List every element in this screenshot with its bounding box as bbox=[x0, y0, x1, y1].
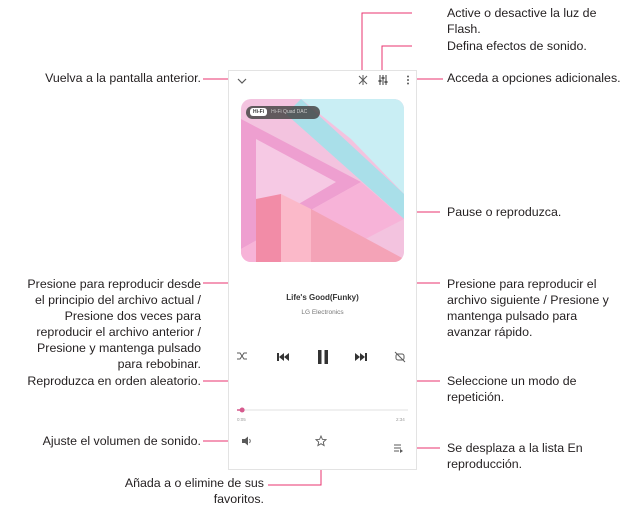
pause-icon[interactable] bbox=[316, 349, 330, 365]
annotation-flash: Active o desactive la luz de Flash. bbox=[447, 6, 597, 36]
song-title: Life's Good(Funky) bbox=[286, 293, 359, 302]
song-artist: LG Electronics bbox=[301, 309, 344, 316]
annotation-pause-play: Pause o reproduzca. bbox=[447, 205, 562, 219]
shuffle-icon[interactable] bbox=[236, 351, 248, 361]
annotation-previous: Presione para reproducir desde el princi… bbox=[27, 277, 201, 371]
previous-icon[interactable] bbox=[276, 352, 290, 362]
more-options-icon[interactable] bbox=[405, 74, 411, 86]
annotation-favorite: Añada a o elimine de sus favoritos. bbox=[124, 476, 264, 506]
album-art-image bbox=[241, 99, 404, 262]
hifi-tag: Hi-Fi bbox=[250, 108, 268, 116]
back-chevron-icon[interactable] bbox=[236, 76, 248, 86]
annotation-back: Vuelva a la pantalla anterior. bbox=[45, 71, 201, 85]
hifi-text: Hi-Fi Quad DAC bbox=[271, 109, 308, 115]
music-player-screen: Hi-Fi Hi-Fi Quad DAC Life's Good(Funky) L… bbox=[228, 70, 417, 470]
annotation-more-options: Acceda a opciones adicionales. bbox=[447, 71, 621, 85]
hifi-badge: Hi-Fi Hi-Fi Quad DAC bbox=[246, 106, 320, 119]
annotation-sound-effects: Defina efectos de sonido. bbox=[447, 39, 587, 53]
time-elapsed: 0:05 bbox=[237, 417, 246, 422]
annotation-volume: Ajuste el volumen de sonido. bbox=[42, 434, 201, 448]
progress-bar[interactable] bbox=[237, 405, 408, 415]
album-cover: Hi-Fi Hi-Fi Quad DAC bbox=[241, 99, 404, 262]
annotation-shuffle: Reproduzca en orden aleatorio. bbox=[27, 374, 201, 388]
flash-light-icon[interactable] bbox=[357, 74, 369, 86]
time-total: 2:34 bbox=[396, 417, 405, 422]
favorite-star-icon[interactable] bbox=[315, 435, 327, 447]
next-icon[interactable] bbox=[354, 352, 368, 362]
annotation-playlist: Se desplaza a la lista En reproducción. bbox=[447, 441, 583, 471]
annotation-repeat: Seleccione un modo de repetición. bbox=[447, 374, 577, 404]
volume-icon[interactable] bbox=[241, 436, 253, 446]
annotation-next: Presione para reproducir el archivo sigu… bbox=[447, 277, 609, 339]
sound-effects-icon[interactable] bbox=[377, 74, 389, 86]
repeat-off-icon[interactable] bbox=[394, 351, 406, 363]
playlist-icon[interactable] bbox=[393, 443, 404, 453]
